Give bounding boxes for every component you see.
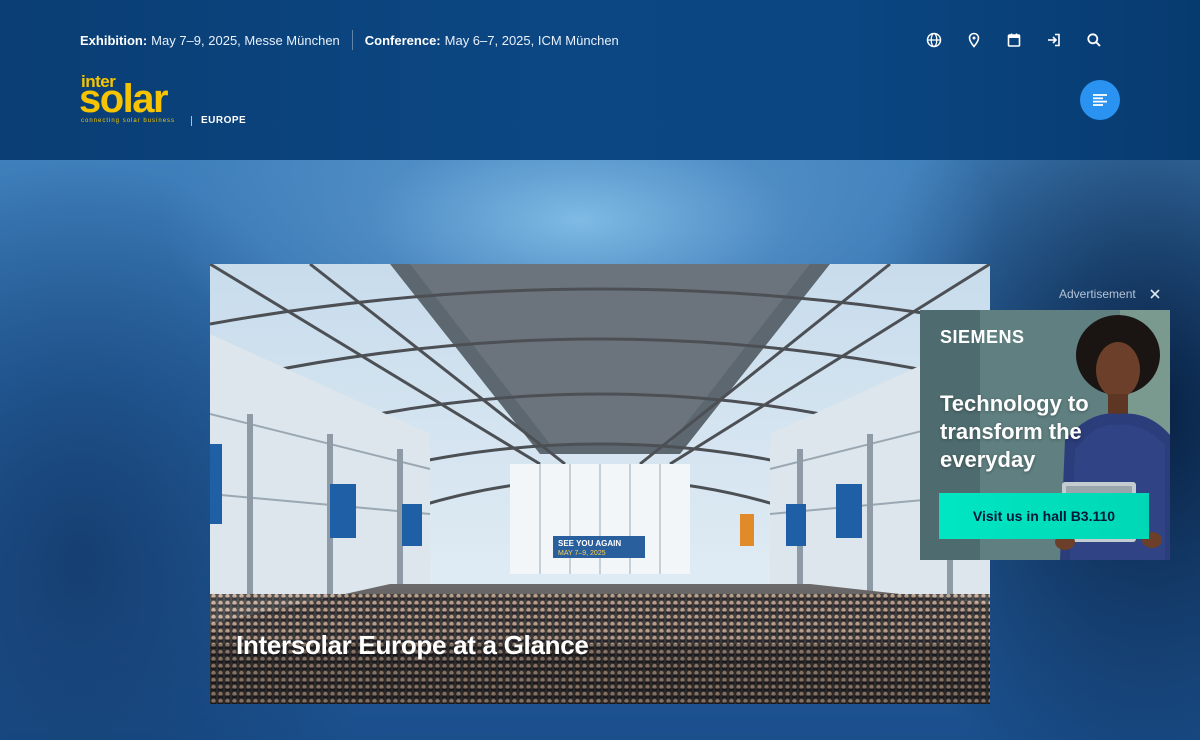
- ad-cta-button[interactable]: Visit us in hall B3.110: [939, 493, 1149, 539]
- logo-tagline: connecting solar business: [81, 118, 176, 124]
- logo-solar: solar: [79, 77, 169, 121]
- hero-image[interactable]: SEE YOU AGAIN MAY 7–9, 2025 Intersolar E…: [210, 264, 990, 704]
- conference-label: Conference:: [364, 32, 441, 48]
- photo-signage-text: SEE YOU AGAIN: [558, 539, 621, 548]
- calendar-icon[interactable]: [994, 30, 1034, 50]
- utility-nav: [914, 30, 1114, 50]
- search-icon[interactable]: [1074, 30, 1114, 50]
- site-header: Exhibition: May 7–9, 2025, Messe München…: [0, 0, 1200, 160]
- logo-divider: [191, 116, 192, 126]
- logo-region: EUROPE: [201, 115, 247, 126]
- conference-dates: May 6–7, 2025, ICM München: [444, 32, 619, 48]
- close-icon[interactable]: [1148, 287, 1162, 301]
- intersolar-logo[interactable]: inter solar connecting solar business EU…: [79, 72, 255, 132]
- event-dates: Exhibition: May 7–9, 2025, Messe München…: [80, 30, 619, 50]
- siemens-ad[interactable]: SIEMENS Technology to transform the ever…: [920, 310, 1170, 560]
- event-divider: [351, 30, 353, 50]
- menu-icon: [1093, 94, 1107, 106]
- ad-label: Advertisement: [1059, 287, 1136, 301]
- photo-signage-date: MAY 7–9, 2025: [558, 550, 606, 557]
- globe-icon[interactable]: [914, 30, 954, 50]
- location-pin-icon[interactable]: [954, 30, 994, 50]
- hero-section: SEE YOU AGAIN MAY 7–9, 2025 Intersolar E…: [0, 160, 1200, 740]
- login-icon[interactable]: [1034, 30, 1074, 50]
- menu-button[interactable]: [1080, 80, 1120, 120]
- ad-headline: Technology to transform the everyday: [940, 391, 1089, 472]
- hero-caption[interactable]: Intersolar Europe at a Glance: [236, 630, 589, 661]
- exhibition-label: Exhibition:: [80, 32, 148, 48]
- exhibition-dates: May 7–9, 2025, Messe München: [151, 32, 340, 48]
- ad-brand: SIEMENS: [940, 327, 1025, 347]
